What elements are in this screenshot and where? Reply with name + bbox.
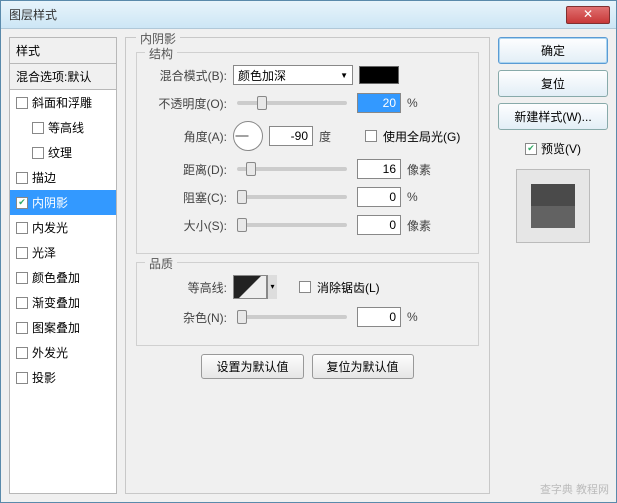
style-label: 等高线 [48,119,84,136]
style-item[interactable]: 外发光 [10,340,116,365]
style-checkbox[interactable] [16,172,28,184]
noise-label: 杂色(N): [147,309,227,326]
blend-mode-value: 颜色加深 [238,67,286,84]
quality-legend: 品质 [145,255,177,272]
style-checkbox[interactable] [16,297,28,309]
size-label: 大小(S): [147,217,227,234]
new-style-button[interactable]: 新建样式(W)... [498,103,608,130]
opacity-slider[interactable] [237,101,347,105]
settings-panel: 内阴影 结构 混合模式(B): 颜色加深 ▼ 不透明度(O): [125,37,490,494]
quality-group: 品质 等高线: ▾ 消除锯齿(L) 杂色(N): [136,262,479,346]
style-item[interactable]: 图案叠加 [10,315,116,340]
noise-input[interactable]: 0 [357,307,401,327]
global-light-label: 使用全局光(G) [383,128,460,145]
style-checkbox[interactable] [16,322,28,334]
angle-dial[interactable] [233,121,263,151]
style-item[interactable]: 等高线 [10,115,116,140]
blend-mode-label: 混合模式(B): [147,67,227,84]
style-item[interactable]: 投影 [10,365,116,390]
style-item[interactable]: 描边 [10,165,116,190]
blend-mode-select[interactable]: 颜色加深 ▼ [233,65,353,85]
style-item[interactable]: 渐变叠加 [10,290,116,315]
choke-unit: % [407,190,447,204]
style-label: 描边 [32,169,56,186]
styles-list: 斜面和浮雕等高线纹理描边内阴影内发光光泽颜色叠加渐变叠加图案叠加外发光投影 [9,89,117,494]
style-label: 渐变叠加 [32,294,80,311]
distance-unit: 像素 [407,161,447,178]
titlebar[interactable]: 图层样式 ✕ [1,1,616,29]
opacity-label: 不透明度(O): [147,95,227,112]
action-panel: 确定 复位 新建样式(W)... 预览(V) [498,37,608,494]
choke-input[interactable]: 0 [357,187,401,207]
chevron-down-icon: ▾ [267,275,277,299]
blend-options-header[interactable]: 混合选项:默认 [9,63,117,89]
style-checkbox[interactable] [16,272,28,284]
distance-label: 距离(D): [147,161,227,178]
watermark: 查字典 教程网 [540,481,609,497]
style-checkbox[interactable] [16,347,28,359]
style-checkbox[interactable] [16,247,28,259]
opacity-input[interactable]: 20 [357,93,401,113]
style-label: 光泽 [32,244,56,261]
preview-checkbox[interactable] [525,143,537,155]
style-item[interactable]: 光泽 [10,240,116,265]
antialias-checkbox[interactable] [299,281,311,293]
global-light-checkbox[interactable] [365,130,377,142]
style-checkbox[interactable] [32,147,44,159]
close-button[interactable]: ✕ [566,6,610,24]
structure-group: 结构 混合模式(B): 颜色加深 ▼ 不透明度(O): 20 % [136,52,479,254]
preview-label: 预览(V) [541,140,581,157]
style-label: 图案叠加 [32,319,80,336]
ok-button[interactable]: 确定 [498,37,608,64]
preview-box [516,169,590,243]
angle-input[interactable]: -90 [269,126,313,146]
size-slider[interactable] [237,223,347,227]
style-label: 投影 [32,369,56,386]
styles-panel: 样式 混合选项:默认 斜面和浮雕等高线纹理描边内阴影内发光光泽颜色叠加渐变叠加图… [9,37,117,494]
angle-unit: 度 [319,128,359,145]
contour-label: 等高线: [147,279,227,296]
style-item[interactable]: 斜面和浮雕 [10,90,116,115]
size-input[interactable]: 0 [357,215,401,235]
noise-unit: % [407,310,447,324]
style-checkbox[interactable] [32,122,44,134]
choke-slider[interactable] [237,195,347,199]
size-unit: 像素 [407,217,447,234]
chevron-down-icon: ▼ [340,71,348,80]
style-label: 外发光 [32,344,68,361]
noise-slider[interactable] [237,315,347,319]
contour-swatch [233,275,267,299]
preview-swatch [531,184,575,228]
shadow-color-swatch[interactable] [359,66,399,84]
window-title: 图层样式 [7,6,566,23]
style-label: 内阴影 [32,194,68,211]
choke-label: 阻塞(C): [147,189,227,206]
style-checkbox[interactable] [16,222,28,234]
style-item[interactable]: 内发光 [10,215,116,240]
style-item[interactable]: 纹理 [10,140,116,165]
style-label: 颜色叠加 [32,269,80,286]
opacity-unit: % [407,96,447,110]
antialias-label: 消除锯齿(L) [317,279,380,296]
contour-picker[interactable]: ▾ [233,275,277,299]
style-label: 纹理 [48,144,72,161]
style-label: 斜面和浮雕 [32,94,92,111]
structure-legend: 结构 [145,45,177,62]
style-checkbox[interactable] [16,372,28,384]
layer-style-dialog: 图层样式 ✕ 样式 混合选项:默认 斜面和浮雕等高线纹理描边内阴影内发光光泽颜色… [0,0,617,503]
distance-slider[interactable] [237,167,347,171]
style-item[interactable]: 内阴影 [10,190,116,215]
distance-input[interactable]: 16 [357,159,401,179]
style-item[interactable]: 颜色叠加 [10,265,116,290]
style-checkbox[interactable] [16,197,28,209]
style-label: 内发光 [32,219,68,236]
styles-header[interactable]: 样式 [9,37,117,63]
reset-button[interactable]: 复位 [498,70,608,97]
style-checkbox[interactable] [16,97,28,109]
set-default-button[interactable]: 设置为默认值 [201,354,303,379]
angle-label: 角度(A): [147,128,227,145]
reset-default-button[interactable]: 复位为默认值 [312,354,414,379]
